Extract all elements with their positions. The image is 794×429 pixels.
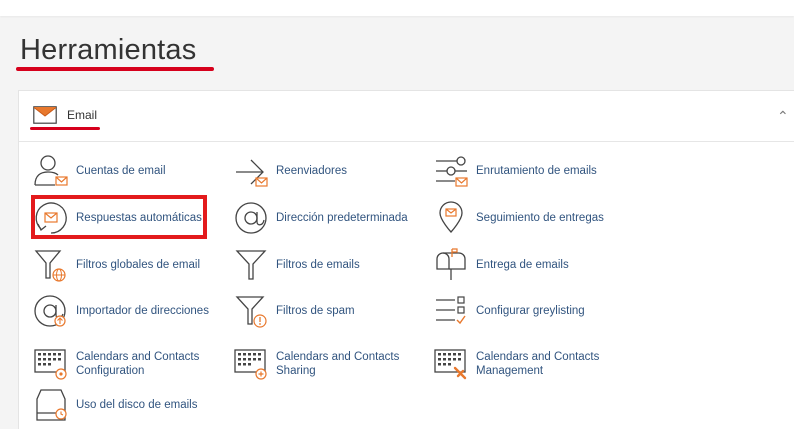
tool-uso-del-disco-de-emails[interactable]: Uso del disco de emails xyxy=(33,385,223,425)
top-bar xyxy=(0,0,794,16)
tool-label-line2: Configuration xyxy=(76,365,145,377)
at-sign-icon xyxy=(235,202,267,234)
highlight-box-annotation xyxy=(31,195,207,239)
tool-label-line1: Calendars and Contacts xyxy=(476,351,600,363)
tool-label-line1: Calendars and Contacts xyxy=(76,351,200,363)
tool-calendars-contacts-management[interactable]: Calendars and Contacts Management xyxy=(433,344,623,384)
chevron-up-icon[interactable]: ⌃ xyxy=(777,108,789,125)
mailbox-icon xyxy=(436,248,466,280)
tool-label-line2: Management xyxy=(476,365,544,377)
tool-importador-de-direcciones[interactable]: Importador de direcciones xyxy=(33,291,223,331)
tool-seguimiento-de-entregas[interactable]: Seguimiento de entregas xyxy=(433,198,623,238)
calendar-config-icon xyxy=(34,349,67,380)
email-envelope-icon xyxy=(33,106,57,124)
tool-filtros-de-emails[interactable]: Filtros de emails xyxy=(233,245,423,285)
calendar-management-icon xyxy=(434,349,467,380)
tool-label: Calendars and Contacts Management xyxy=(476,350,599,378)
tool-filtros-globales-de-email[interactable]: Filtros globales de email xyxy=(33,245,223,285)
tool-calendars-contacts-configuration[interactable]: Calendars and Contacts Configuration xyxy=(33,344,223,384)
user-mail-icon xyxy=(34,155,68,186)
tool-enrutamiento-de-emails[interactable]: Enrutamiento de emails xyxy=(433,151,623,191)
tool-entrega-de-emails[interactable]: Entrega de emails xyxy=(433,245,623,285)
calendar-sharing-icon xyxy=(234,349,267,380)
tool-label: Filtros de emails xyxy=(276,259,360,271)
tool-label: Reenviadores xyxy=(276,165,347,177)
page-title: Herramientas xyxy=(20,34,197,66)
routing-icon xyxy=(436,156,468,187)
tool-filtros-de-spam[interactable]: Filtros de spam xyxy=(233,291,423,331)
tool-label: Configurar greylisting xyxy=(476,305,585,317)
checklist-icon xyxy=(436,296,466,325)
tool-label: Uso del disco de emails xyxy=(76,399,198,411)
tool-label: Importador de direcciones xyxy=(76,305,209,317)
tool-direccion-predeterminada[interactable]: Dirección predeterminada xyxy=(233,198,423,238)
title-underline-annotation xyxy=(16,67,214,71)
email-section-header[interactable]: Email ⌃ xyxy=(19,91,794,142)
location-pin-icon xyxy=(439,201,463,233)
tool-reenviadores[interactable]: Reenviadores xyxy=(233,151,423,191)
at-import-icon xyxy=(34,295,66,327)
forward-arrow-icon xyxy=(236,159,268,187)
tool-label: Entrega de emails xyxy=(476,259,569,271)
tool-label-line2: Sharing xyxy=(276,365,316,377)
tool-label: Calendars and Contacts Sharing xyxy=(276,350,399,378)
section-underline-annotation xyxy=(30,127,100,130)
tool-configurar-greylisting[interactable]: Configurar greylisting xyxy=(433,291,623,331)
section-title: Email xyxy=(67,108,98,122)
tool-cuentas-de-email[interactable]: Cuentas de email xyxy=(33,151,223,191)
tool-label-line1: Calendars and Contacts xyxy=(276,351,400,363)
tool-label: Enrutamiento de emails xyxy=(476,165,597,177)
tool-label: Seguimiento de entregas xyxy=(476,212,604,224)
tool-label: Dirección predeterminada xyxy=(276,212,408,224)
spam-filter-icon xyxy=(235,296,267,328)
tool-calendars-contacts-sharing[interactable]: Calendars and Contacts Sharing xyxy=(233,344,423,384)
filter-icon xyxy=(235,250,267,280)
tool-label: Cuentas de email xyxy=(76,165,166,177)
tool-label: Filtros de spam xyxy=(276,305,355,317)
globe-filter-icon xyxy=(34,250,66,282)
disk-usage-icon xyxy=(36,389,67,421)
tool-label: Filtros globales de email xyxy=(76,259,201,271)
tool-label: Calendars and Contacts Configuration xyxy=(76,350,199,378)
email-section-panel: Email ⌃ Cuentas de email Reenviadores En… xyxy=(18,90,794,429)
